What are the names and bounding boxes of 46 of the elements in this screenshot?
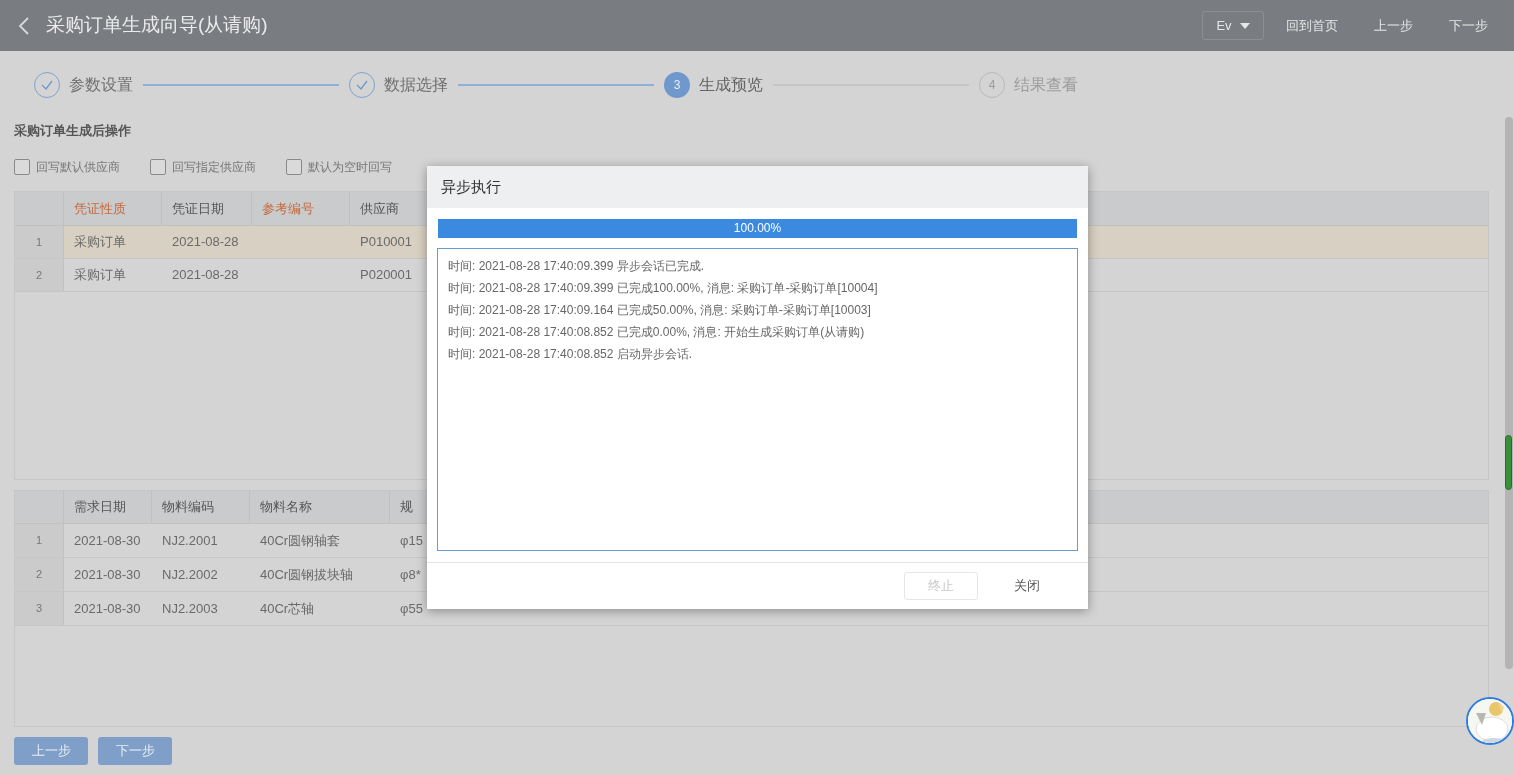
row-number: 3 xyxy=(15,592,64,625)
step-label: 生成预览 xyxy=(699,75,763,95)
table-cell-text: 2021-08-28 xyxy=(171,233,240,252)
table-cell-text: φ15 xyxy=(399,531,424,550)
table-cell-text: NJ2.2003 xyxy=(161,599,219,618)
checkbox-label: 默认为空时回写 xyxy=(308,159,392,176)
table-cell-text: 2021-08-30 xyxy=(73,531,142,550)
table-cell-text: NJ2.2001 xyxy=(161,531,219,550)
table-cell-text: φ8* xyxy=(399,565,422,584)
column-header: 凭证日期 xyxy=(162,192,252,225)
table-cell-text: 40Cr圆钢拔块轴 xyxy=(259,565,355,584)
column-header: 物料名称 xyxy=(250,491,390,523)
table-cell-text: φ55 xyxy=(399,599,424,618)
log-line: 时间: 2021-08-28 17:40:08.852 启动异步会话. xyxy=(448,346,694,363)
table-cell-text: P010001 xyxy=(359,233,414,252)
column-header: 物料编码 xyxy=(152,491,250,523)
log-line: 时间: 2021-08-28 17:40:09.399 异步会话已完成. xyxy=(448,258,706,275)
table-cell-text: 采购订单 xyxy=(73,233,127,252)
section-title: 采购订单生成后操作 xyxy=(14,122,131,141)
table-cell-text: 2021-08-28 xyxy=(171,266,240,285)
step-label: 数据选择 xyxy=(384,75,448,95)
page-title: 采购订单生成向导(从请购) xyxy=(46,13,268,38)
log-line: 时间: 2021-08-28 17:40:09.399 已完成100.00%, 消息: 采购订单-采购订单[10004] xyxy=(448,280,879,297)
table-cell-text: 2021-08-30 xyxy=(73,599,142,618)
table-cell-text: 40Cr芯轴 xyxy=(259,599,316,618)
row-number: 1 xyxy=(15,226,64,258)
table-cell-text: 40Cr圆钢轴套 xyxy=(259,531,342,550)
column-header: 凭证性质 xyxy=(64,192,162,225)
column-header: 参考编号 xyxy=(252,192,350,225)
row-number: 2 xyxy=(15,558,64,591)
step-label: 参数设置 xyxy=(69,75,133,95)
log-line: 时间: 2021-08-28 17:40:09.164 已完成50.00%, 消息: 采购订单-采购订单[10003] xyxy=(448,302,872,319)
progress-reading: 100.00% xyxy=(732,220,783,237)
table-cell-text: NJ2.2002 xyxy=(161,565,219,584)
table-cell-text: 2021-08-30 xyxy=(73,565,142,584)
log-line: 时间: 2021-08-28 17:40:08.852 已完成0.00%, 消息: 开始生成采购订单(从请购) xyxy=(448,324,866,341)
checkbox-label: 回写默认供应商 xyxy=(36,159,120,176)
column-header: 需求日期 xyxy=(64,491,152,523)
table-cell-text: P020001 xyxy=(359,266,414,285)
row-number: 2 xyxy=(15,259,64,291)
checkbox-label: 回写指定供应商 xyxy=(172,159,256,176)
step-label: 结果查看 xyxy=(1014,75,1078,95)
step-marker: 3 xyxy=(664,72,690,98)
row-number: 1 xyxy=(15,524,64,557)
dialog-title: 异步执行 xyxy=(427,166,1088,208)
table-cell-text: 采购订单 xyxy=(73,266,127,285)
